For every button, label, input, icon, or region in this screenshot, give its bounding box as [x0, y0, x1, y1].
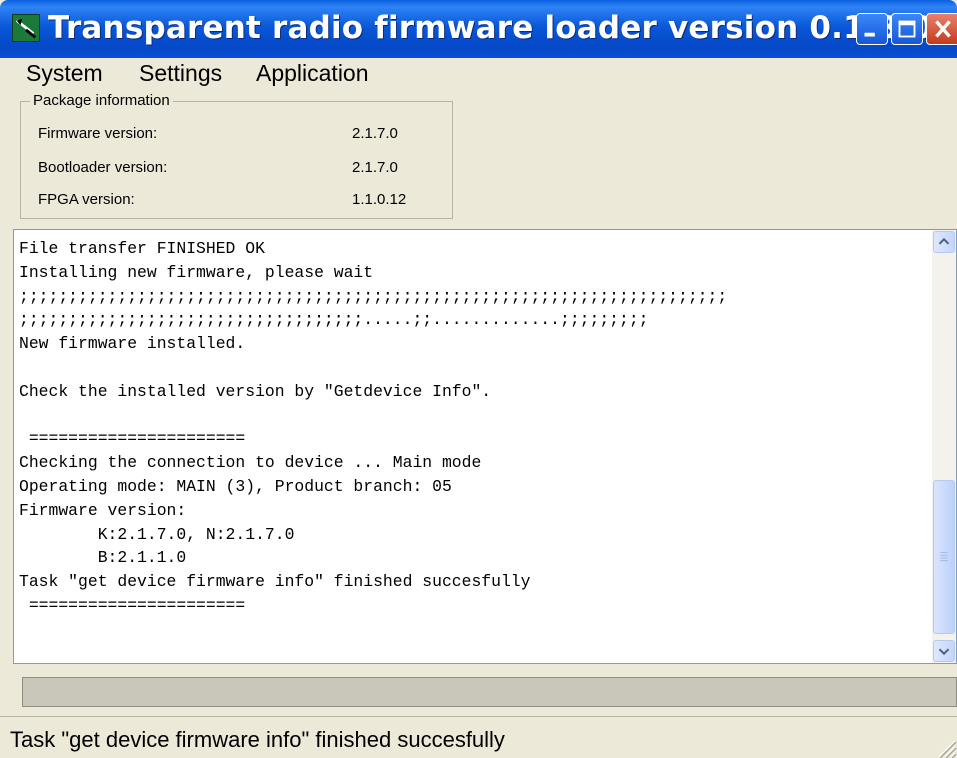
close-icon — [935, 20, 951, 38]
vertical-scrollbar[interactable] — [932, 230, 956, 663]
minimize-button[interactable] — [856, 13, 888, 45]
log-text[interactable]: File transfer FINISHED OK Installing new… — [19, 237, 924, 618]
menu-settings[interactable]: Settings — [139, 58, 222, 90]
status-text: Task "get device firmware info" finished… — [10, 727, 505, 752]
progress-bar — [22, 677, 957, 707]
log-console[interactable]: File transfer FINISHED OK Installing new… — [13, 229, 957, 664]
menu-system[interactable]: System — [26, 58, 103, 90]
scroll-up-button[interactable] — [933, 231, 955, 253]
maximize-button[interactable] — [891, 13, 923, 45]
grip-lines-icon — [940, 552, 948, 562]
package-information-title: Package information — [30, 92, 173, 109]
fpga-version-value: 1.1.0.12 — [352, 191, 407, 208]
firmware-version-value: 2.1.7.0 — [352, 125, 398, 142]
firmware-version-label: Firmware version: — [38, 125, 158, 142]
resize-grip-icon[interactable] — [933, 735, 957, 758]
close-button[interactable] — [926, 13, 957, 45]
title-bar[interactable]: Transparent radio firmware loader versio… — [0, 0, 957, 58]
window-title: Transparent radio firmware loader versio… — [48, 10, 933, 46]
menu-application[interactable]: Application — [256, 58, 369, 90]
scroll-down-button[interactable] — [933, 640, 955, 662]
menu-bar: System Settings Application — [0, 58, 957, 90]
chevron-down-icon — [938, 648, 950, 656]
bootloader-version-value: 2.1.7.0 — [352, 159, 398, 176]
firmware-loader-window: Transparent radio firmware loader versio… — [0, 0, 957, 758]
scroll-thumb[interactable] — [933, 480, 955, 634]
status-bar: Task "get device firmware info" finished… — [0, 716, 957, 758]
maximize-icon — [898, 20, 916, 38]
app-radio-icon[interactable] — [12, 14, 40, 42]
chevron-up-icon — [938, 237, 950, 245]
minimize-icon — [864, 32, 875, 37]
bootloader-version-label: Bootloader version: — [38, 159, 168, 176]
fpga-version-label: FPGA version: — [38, 191, 135, 208]
